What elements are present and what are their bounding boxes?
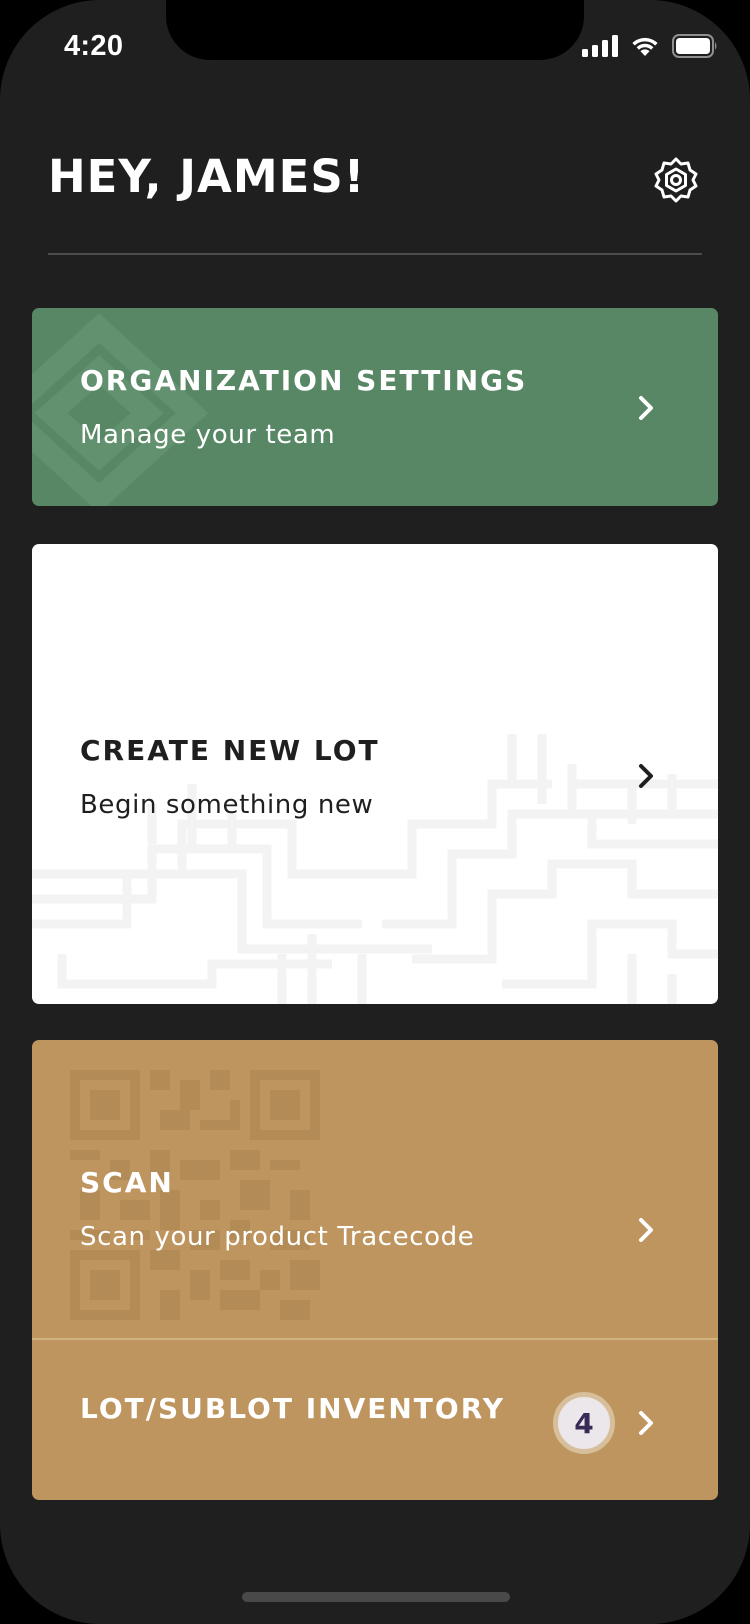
app-screen: 4:20 HEY, JAMES! ORGANIZATION SETTINGS M… [0, 0, 750, 1624]
organization-settings-card[interactable]: ORGANIZATION SETTINGS Manage your team [32, 308, 718, 506]
create-new-lot-title: CREATE NEW LOT [80, 734, 380, 767]
chevron-right-icon [639, 1411, 653, 1435]
diamond-pattern-decoration [32, 313, 209, 506]
inventory-count-badge: 4 [553, 1392, 615, 1454]
create-new-lot-card[interactable]: CREATE NEW LOT Begin something new [32, 544, 718, 1004]
organization-settings-subtitle: Manage your team [80, 420, 336, 450]
scan-card: SCAN Scan your product Tracecode LOT/SUB… [32, 1040, 718, 1500]
status-time: 4:20 [64, 30, 124, 62]
header-divider [48, 253, 702, 255]
battery-icon [672, 34, 718, 58]
chevron-right-icon [639, 396, 653, 420]
chevron-right-icon [639, 764, 653, 788]
scan-subtitle: Scan your product Tracecode [80, 1222, 475, 1252]
scan-title: SCAN [80, 1166, 174, 1199]
cellular-signal-icon [582, 35, 618, 57]
home-indicator[interactable] [242, 1592, 510, 1602]
scan-row[interactable]: SCAN Scan your product Tracecode [32, 1040, 718, 1338]
settings-button[interactable] [648, 152, 704, 208]
create-new-lot-subtitle: Begin something new [80, 790, 374, 820]
organization-settings-title: ORGANIZATION SETTINGS [80, 364, 528, 397]
chevron-right-icon [639, 1218, 653, 1242]
status-icons [582, 34, 718, 58]
device-notch [166, 0, 584, 60]
gear-icon [654, 157, 698, 203]
inventory-title: LOT/SUBLOT INVENTORY [80, 1392, 505, 1425]
greeting-title: HEY, JAMES! [48, 150, 366, 203]
lot-sublot-inventory-row[interactable]: LOT/SUBLOT INVENTORY 4 [32, 1340, 718, 1500]
wifi-icon [630, 35, 660, 57]
